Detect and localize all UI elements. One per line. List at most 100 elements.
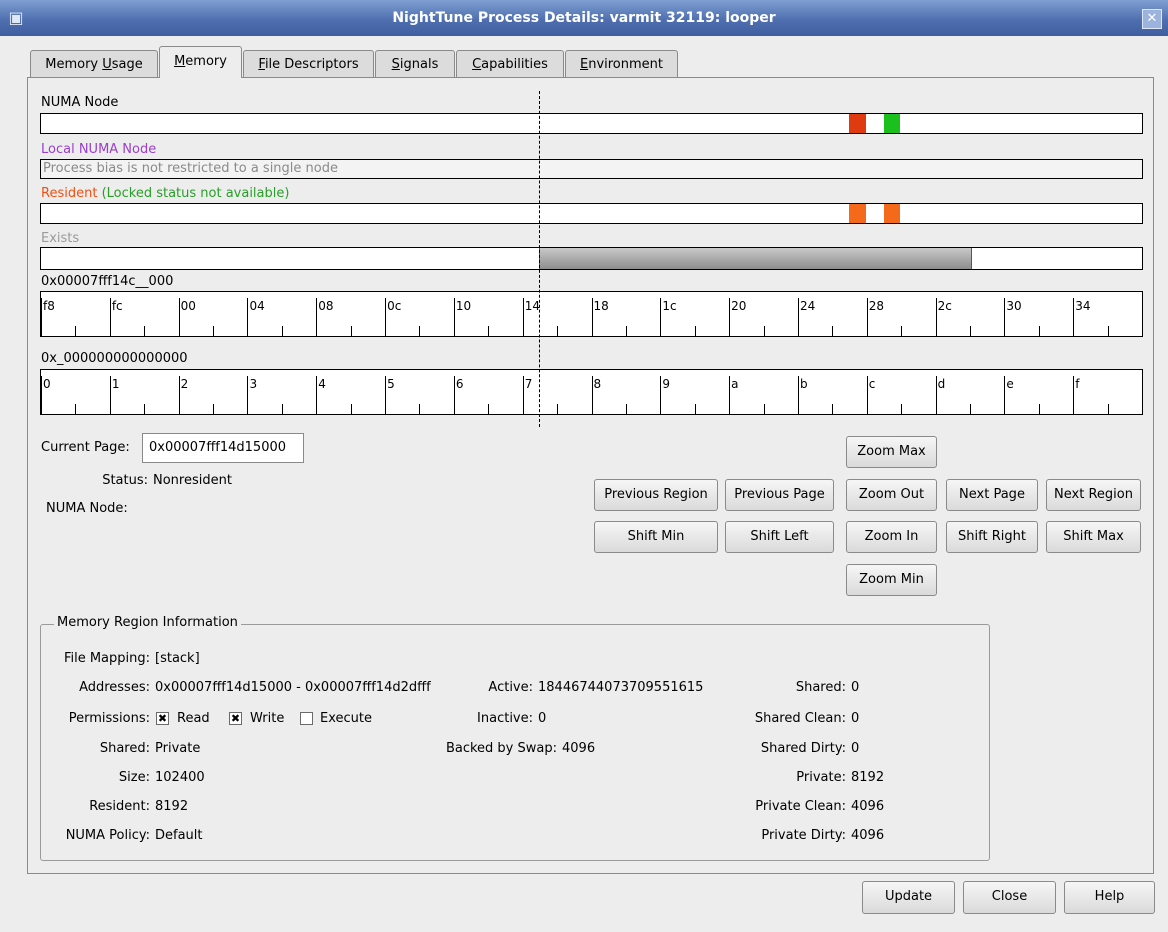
window-title: NightTune Process Details: varmit 32119:… <box>392 10 776 26</box>
shift-max-button[interactable]: Shift Max <box>1046 521 1141 553</box>
tick-label: 8 <box>593 377 602 391</box>
read-checkbox[interactable]: ✖ <box>156 712 169 725</box>
write-checkbox[interactable]: ✖ <box>229 712 242 725</box>
minor-tick <box>625 326 627 336</box>
zoom-min-button[interactable]: Zoom Min <box>846 564 937 596</box>
tab-capabilities[interactable]: Capabilities <box>456 50 564 77</box>
tick-label: 04 <box>249 299 265 313</box>
tick-label: 30 <box>1006 299 1022 313</box>
status-value: Nonresident <box>153 473 232 488</box>
tick-label: 10 <box>455 299 472 313</box>
tab-environment[interactable]: Environment <box>565 50 678 77</box>
tick-label: 00 <box>180 299 196 313</box>
active-value: 18446744073709551615 <box>538 680 704 695</box>
shared-count-label: Shared: <box>795 680 846 695</box>
previous-region-button[interactable]: Previous Region <box>594 479 718 511</box>
zoom-in-button[interactable]: Zoom In <box>846 521 937 553</box>
next-page-button[interactable]: Next Page <box>946 479 1038 511</box>
tick-label: d <box>937 377 946 391</box>
major-tick <box>729 298 731 336</box>
size-value: 102400 <box>155 770 205 785</box>
major-tick <box>935 298 937 336</box>
numa-node-track-label: NUMA Node <box>41 95 119 110</box>
address-ruler-page[interactable]: f8 fc 00 04 08 0c 10 14 18 1c 20 24 28 2c 30 34 <box>40 291 1143 337</box>
major-tick <box>109 298 111 336</box>
resident-track[interactable] <box>40 203 1143 224</box>
minor-tick <box>144 326 146 336</box>
numa-node-block-green <box>884 114 900 133</box>
shared-count-value: 0 <box>851 680 860 695</box>
tick-label: 08 <box>318 299 334 313</box>
private-clean-value: 4096 <box>851 799 885 814</box>
major-tick <box>522 298 524 336</box>
major-tick <box>385 376 387 414</box>
major-tick <box>453 376 455 414</box>
close-window-icon[interactable]: ✕ <box>1142 9 1162 29</box>
resident-track-label: Resident (Locked status not available) <box>41 186 289 201</box>
title-bar: ▣ NightTune Process Details: varmit 3211… <box>0 0 1168 36</box>
numa-policy-label: NUMA Policy: <box>65 828 150 843</box>
shift-right-button[interactable]: Shift Right <box>946 521 1038 553</box>
major-tick <box>797 298 799 336</box>
tab-signals[interactable]: Signals <box>375 50 455 77</box>
tick-label: 7 <box>524 377 533 391</box>
zoom-max-button[interactable]: Zoom Max <box>846 436 937 468</box>
numa-policy-value: Default <box>155 828 203 843</box>
shared-clean-value: 0 <box>851 711 860 726</box>
shared-dirty-label: Shared Dirty: <box>760 741 846 756</box>
private-label: Private: <box>796 770 846 785</box>
execute-checkbox[interactable] <box>300 712 313 725</box>
next-region-button[interactable]: Next Region <box>1046 479 1141 511</box>
minor-tick <box>557 404 559 414</box>
major-tick <box>385 298 387 336</box>
zoom-out-button[interactable]: Zoom Out <box>846 479 937 511</box>
minor-tick <box>625 404 627 414</box>
local-numa-node-text: Process bias is not restricted to a sing… <box>43 161 338 176</box>
local-numa-node-label: Local NUMA Node <box>41 142 157 157</box>
major-tick <box>41 376 42 414</box>
major-tick <box>729 376 731 414</box>
tick-label: 0 <box>43 377 51 391</box>
write-label: Write <box>250 711 285 726</box>
minor-tick <box>75 326 77 336</box>
tick-label: f8 <box>43 299 55 313</box>
shift-min-button[interactable]: Shift Min <box>594 521 718 553</box>
minor-tick <box>213 404 215 414</box>
tick-label: 18 <box>593 299 609 313</box>
tab-memory[interactable]: Memory <box>159 46 242 78</box>
position-cursor-line <box>539 91 540 427</box>
tab-file-descriptors[interactable]: File Descriptors <box>243 50 374 77</box>
current-page-input[interactable]: 0x00007fff14d15000 <box>142 433 304 463</box>
addresses-value: 0x00007fff14d15000 - 0x00007fff14d2dfff <box>155 680 431 695</box>
previous-page-button[interactable]: Previous Page <box>725 479 834 511</box>
numa-node-block-red <box>849 114 866 133</box>
minor-tick <box>832 326 834 336</box>
resident-value: 8192 <box>155 799 189 814</box>
exists-track-label: Exists <box>41 231 80 246</box>
numa-node-track[interactable] <box>40 113 1143 134</box>
current-page-label: Current Page: <box>41 440 130 455</box>
shift-left-button[interactable]: Shift Left <box>725 521 834 553</box>
backed-by-swap-label: Backed by Swap: <box>445 741 557 756</box>
tab-memory-usage[interactable]: Memory Usage <box>30 50 158 77</box>
major-tick <box>1073 298 1075 336</box>
tick-label: b <box>799 377 808 391</box>
exists-track[interactable] <box>40 247 1143 270</box>
major-tick <box>178 376 180 414</box>
tick-label: 6 <box>455 377 464 391</box>
memory-region-title: Memory Region Information <box>54 615 241 630</box>
major-tick <box>453 298 455 336</box>
help-button[interactable]: Help <box>1064 881 1155 914</box>
major-tick <box>1004 298 1006 336</box>
minor-tick <box>901 404 903 414</box>
address-ruler-region[interactable]: 0 1 2 3 4 5 6 7 8 9 a b c d e f <box>40 369 1143 415</box>
exists-block <box>539 248 972 269</box>
minor-tick <box>694 404 696 414</box>
minor-tick <box>281 326 283 336</box>
tick-label: f <box>1075 377 1080 391</box>
close-button[interactable]: Close <box>963 881 1056 914</box>
inactive-label: Inactive: <box>477 711 533 726</box>
file-mapping-value: [stack] <box>155 651 200 666</box>
resident-label: Resident <box>41 186 98 201</box>
update-button[interactable]: Update <box>862 881 955 914</box>
